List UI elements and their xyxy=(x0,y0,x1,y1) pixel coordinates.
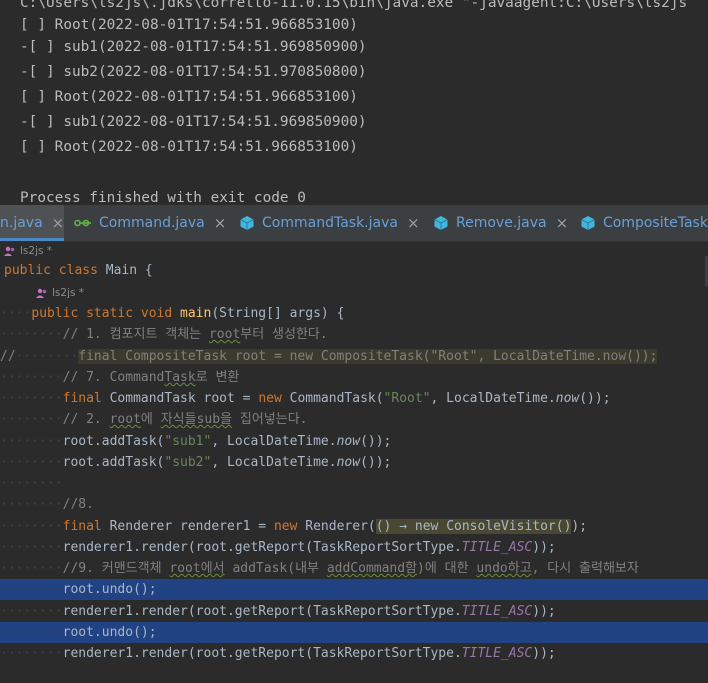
console-exit-message: Process finished with exit code 0 xyxy=(20,190,306,205)
code-line[interactable]: ········// 1. 컴포지트 객체는 root부터 생성한다. xyxy=(0,324,708,345)
code-line[interactable]: ········// 2. root에 자식들sub을 집어넣는다. xyxy=(0,409,708,430)
tab-label: CommandTask.java xyxy=(262,215,398,231)
tab-label: CompositeTask.j xyxy=(603,215,708,231)
code-line[interactable]: ········final Renderer renderer1 = new R… xyxy=(0,516,708,537)
code-line[interactable]: ········final CommandTask root = new Com… xyxy=(0,388,708,409)
code-line[interactable]: ········root.addTask("sub2", LocalDateTi… xyxy=(0,452,708,473)
code-line[interactable]: //········final CompositeTask root = new… xyxy=(0,346,708,367)
editor-tab-bar: n.java × Command.java × CommandTask.java… xyxy=(0,205,708,242)
console-line: -[ ] sub2(2022-08-01T17:54:51.970850800) xyxy=(20,64,367,80)
class-icon xyxy=(433,215,449,231)
console-line: -[ ] sub1(2022-08-01T17:54:51.969850900) xyxy=(20,114,367,130)
code-line[interactable]: ········renderer1.render(root.getReport(… xyxy=(0,643,708,664)
code-line[interactable]: ········//8. xyxy=(0,494,708,515)
author-hint[interactable]: ls2js * xyxy=(36,285,84,301)
tab-label: Command.java xyxy=(99,215,205,231)
code-line-selected[interactable]: ········root.undo(); xyxy=(0,579,708,600)
console-line: [ ] Root(2022-08-01T17:54:51.966853100) xyxy=(20,17,358,33)
console-line: [ ] Root(2022-08-01T17:54:51.966853100) xyxy=(20,89,358,105)
user-icon xyxy=(4,246,15,256)
tab-remove-java[interactable]: Remove.java × xyxy=(433,205,568,241)
code-line[interactable]: ····public static void main(String[] arg… xyxy=(0,303,708,324)
tab-compositetask-java[interactable]: CompositeTask.j xyxy=(580,205,708,241)
console-line: -[ ] sub1(2022-08-01T17:54:51.969850900) xyxy=(20,39,367,55)
user-icon xyxy=(36,288,47,298)
console-command-line: C:\Users\ls2js\.jdks\corretto-11.0.15\bi… xyxy=(20,0,688,11)
tab-main-java[interactable]: n.java × xyxy=(0,205,64,241)
code-line[interactable]: ········// 7. CommandTask로 변환 xyxy=(0,367,708,388)
code-line[interactable]: public class Main { xyxy=(0,260,708,281)
close-icon[interactable]: × xyxy=(407,214,420,232)
close-icon[interactable]: × xyxy=(556,214,569,232)
code-line[interactable]: ········//9. 커맨드객체 root에서 addTask(내부 add… xyxy=(0,558,708,579)
tab-label: n.java xyxy=(0,215,43,231)
run-console: C:\Users\ls2js\.jdks\corretto-11.0.15\bi… xyxy=(0,0,708,205)
code-line[interactable]: ········renderer1.render(root.getReport(… xyxy=(0,601,708,622)
tab-command-java[interactable]: Command.java × xyxy=(74,205,226,241)
author-hint[interactable]: ls2js * xyxy=(4,243,52,259)
lambda-fold: () → xyxy=(375,519,415,534)
close-icon[interactable]: × xyxy=(52,214,65,232)
class-icon xyxy=(239,215,255,231)
tab-commandtask-java[interactable]: CommandTask.java × xyxy=(239,205,420,241)
class-icon xyxy=(580,215,596,231)
console-line: [ ] Root(2022-08-01T17:54:51.966853100) xyxy=(20,139,358,155)
interface-icon xyxy=(74,216,92,230)
close-icon[interactable]: × xyxy=(214,214,227,232)
code-line[interactable]: ········renderer1.render(root.getReport(… xyxy=(0,537,708,558)
code-editor[interactable]: ls2js * public class Main { ls2js * ····… xyxy=(0,242,708,683)
tab-label: Remove.java xyxy=(456,215,547,231)
code-line[interactable]: ········root.addTask("sub1", LocalDateTi… xyxy=(0,431,708,452)
code-line[interactable]: ········ xyxy=(0,473,708,494)
code-line-selected[interactable]: ········root.undo(); xyxy=(0,622,708,643)
